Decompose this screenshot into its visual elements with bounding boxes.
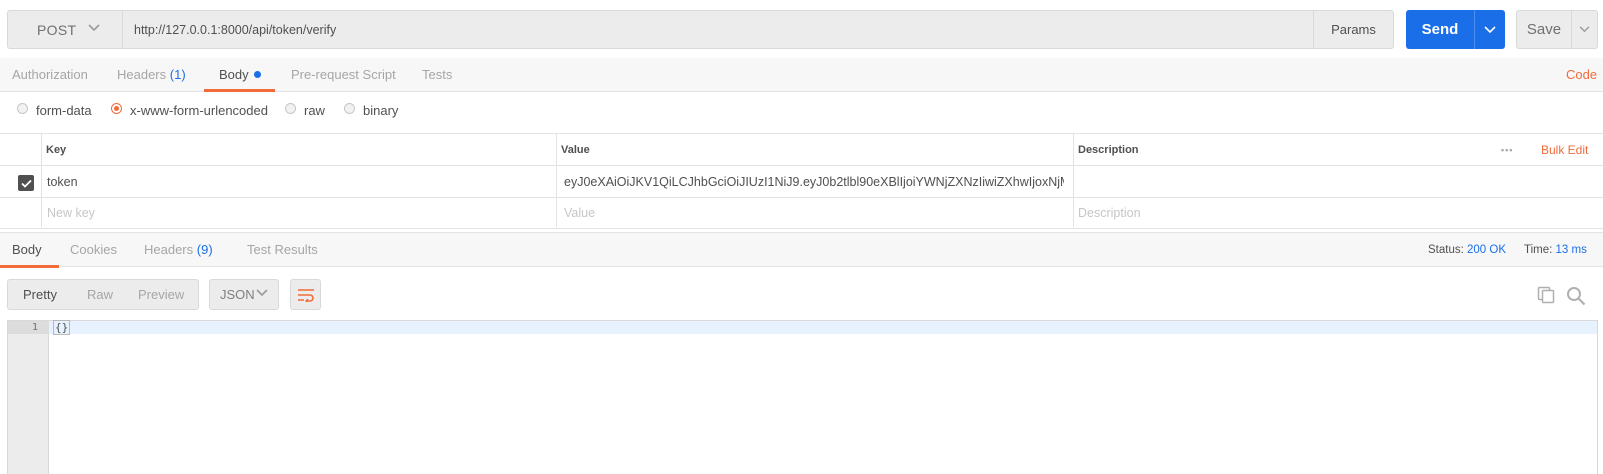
view-mode-group: Pretty Raw Preview (7, 279, 199, 310)
radio-urlencoded-label: x-www-form-urlencoded (130, 103, 268, 118)
table-row: token eyJ0eXAiOiJKV1QiLCJhbGciOiJIUzI1Ni… (0, 167, 1603, 198)
column-description: Description (1078, 143, 1139, 156)
radio-circle-icon (17, 103, 28, 114)
response-tab-test-results[interactable]: Test Results (247, 233, 318, 267)
wrap-lines-button[interactable] (290, 279, 321, 310)
chevron-down-icon (1579, 26, 1590, 33)
radio-selected-icon (111, 103, 122, 114)
new-key-input[interactable]: New key (47, 198, 95, 228)
tab-headers-label: Headers (117, 67, 167, 82)
more-options-icon[interactable]: ••• (1501, 134, 1513, 165)
kv-table-header: Key Value Description ••• Bulk Edit (0, 134, 1603, 166)
tab-authorization[interactable]: Authorization (12, 58, 88, 91)
column-key: Key (46, 143, 67, 156)
time-label: Time: (1524, 244, 1553, 256)
method-select[interactable]: POST (7, 10, 123, 49)
send-dropdown-button[interactable] (1474, 10, 1505, 49)
response-tab-headers-count: (9) (196, 242, 213, 257)
response-tab-body[interactable]: Body (0, 233, 59, 268)
modified-dot-icon (253, 71, 261, 78)
url-text: http://127.0.0.1:8000/api/token/verify (134, 22, 337, 37)
column-divider (556, 134, 557, 227)
response-viewer-toolbar: Pretty Raw Preview JSON (0, 268, 1603, 318)
radio-raw[interactable]: raw (285, 103, 325, 118)
raw-button[interactable]: Raw (87, 280, 113, 309)
code-link[interactable]: Code (1566, 58, 1597, 92)
checkmark-icon (20, 179, 32, 188)
column-value: Value (561, 143, 590, 156)
chevron-down-icon (256, 289, 268, 297)
chevron-down-icon (1484, 25, 1496, 33)
tab-body-label: Body (219, 67, 249, 82)
column-divider (41, 134, 42, 227)
tab-headers[interactable]: Headers (1) (117, 58, 186, 91)
tab-headers-count: (1) (169, 67, 186, 82)
tab-body[interactable]: Body (204, 58, 275, 92)
new-value-input[interactable]: Value (564, 198, 595, 228)
search-icon[interactable] (1566, 286, 1586, 306)
response-time: Time: 13 ms (1524, 233, 1587, 267)
request-url-bar: POST http://127.0.0.1:8000/api/token/ver… (0, 0, 1603, 58)
bulk-edit-link[interactable]: Bulk Edit (1541, 134, 1588, 165)
code-content: {} (53, 320, 71, 335)
format-label: JSON (220, 287, 255, 302)
method-label: POST (37, 21, 77, 38)
table-row-new: New key Value Description (0, 198, 1603, 229)
radio-circle-icon (344, 103, 355, 114)
tab-prerequest-script[interactable]: Pre-request Script (291, 58, 396, 91)
save-button[interactable]: Save (1516, 10, 1572, 49)
response-body-editor[interactable]: 1 {} (7, 320, 1598, 474)
active-line-highlight (8, 321, 1597, 334)
tab-tests[interactable]: Tests (422, 58, 452, 91)
send-button[interactable]: Send (1406, 10, 1474, 49)
row-enabled-checkbox[interactable] (18, 175, 34, 191)
radio-form-data[interactable]: form-data (17, 103, 92, 118)
row-key[interactable]: token (47, 167, 78, 197)
save-dropdown-button[interactable] (1571, 10, 1598, 49)
wrap-lines-icon (297, 288, 314, 302)
url-input[interactable]: http://127.0.0.1:8000/api/token/verify (123, 10, 1314, 49)
status-label: Status: (1428, 244, 1464, 256)
request-tabs: Authorization Headers (1) Body Pre-reque… (0, 58, 1603, 92)
response-status: Status: 200 OK (1428, 233, 1506, 267)
row-value[interactable]: eyJ0eXAiOiJKV1QiLCJhbGciOiJIUzI1NiJ9.eyJ… (564, 167, 1064, 197)
response-tab-headers-label: Headers (144, 242, 194, 257)
radio-form-data-label: form-data (36, 103, 92, 118)
status-value: 200 OK (1467, 244, 1507, 256)
pretty-button[interactable]: Pretty (23, 280, 57, 309)
response-tab-headers[interactable]: Headers (9) (144, 233, 213, 267)
preview-button[interactable]: Preview (138, 280, 184, 309)
time-value: 13 ms (1555, 244, 1587, 256)
radio-circle-icon (285, 103, 296, 114)
radio-binary[interactable]: binary (344, 103, 398, 118)
radio-raw-label: raw (304, 103, 325, 118)
format-select[interactable]: JSON (209, 279, 279, 310)
params-button[interactable]: Params (1313, 10, 1394, 49)
chevron-down-icon (88, 24, 100, 32)
line-number-gutter (8, 321, 49, 474)
line-number: 1 (31, 322, 38, 333)
body-type-selector: form-data x-www-form-urlencoded raw bina… (0, 92, 1603, 134)
radio-binary-label: binary (363, 103, 399, 118)
column-divider (1073, 134, 1074, 227)
new-description-input[interactable]: Description (1078, 198, 1141, 228)
response-tabs: Body Cookies Headers (9) Test Results St… (0, 232, 1603, 268)
radio-urlencoded[interactable]: x-www-form-urlencoded (111, 103, 268, 118)
copy-icon[interactable] (1537, 286, 1555, 304)
code-line: {} (53, 320, 71, 335)
response-tab-cookies[interactable]: Cookies (70, 233, 117, 267)
